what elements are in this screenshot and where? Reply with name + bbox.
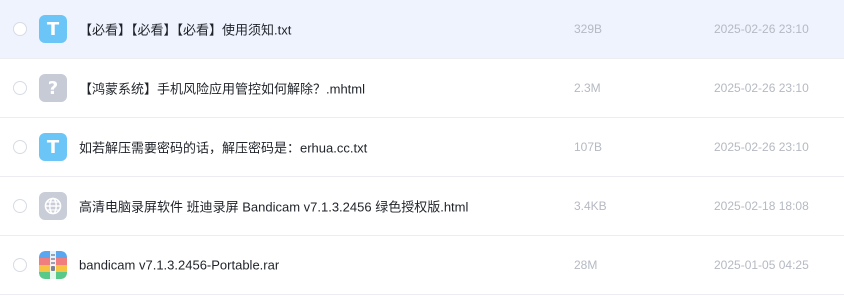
file-name[interactable]: 【鸿蒙系统】手机风险应用管控如何解除？.mhtml bbox=[79, 79, 365, 98]
select-checkbox[interactable] bbox=[13, 258, 27, 272]
file-date: 2025-02-26 23:10 bbox=[714, 81, 809, 95]
file-date: 2025-02-26 23:10 bbox=[714, 22, 809, 36]
select-checkbox[interactable] bbox=[13, 199, 27, 213]
file-size: 329B bbox=[574, 22, 603, 36]
select-checkbox[interactable] bbox=[13, 81, 27, 95]
file-name[interactable]: bandicam v7.1.3.2456-Portable.rar bbox=[79, 258, 279, 273]
file-size: 107B bbox=[574, 140, 603, 154]
globe-icon bbox=[44, 197, 62, 215]
file-list: T 【必看】【必看】【必看】使用须知.txt 329B 2025-02-26 2… bbox=[0, 0, 844, 300]
select-checkbox[interactable] bbox=[13, 140, 27, 154]
file-size: 3.4KB bbox=[574, 199, 607, 213]
web-file-icon bbox=[39, 192, 67, 220]
select-checkbox[interactable] bbox=[13, 22, 27, 36]
file-date: 2025-02-26 23:10 bbox=[714, 140, 809, 154]
file-name[interactable]: 高清电脑录屏软件 班迪录屏 Bandicam v7.1.3.2456 绿色授权版… bbox=[79, 197, 468, 216]
text-file-icon: T bbox=[39, 133, 67, 161]
file-name[interactable]: 如若解压需要密码的话，解压密码是：erhua.cc.txt bbox=[79, 138, 367, 157]
file-row[interactable]: ? 【鸿蒙系统】手机风险应用管控如何解除？.mhtml 2.3M 2025-02… bbox=[0, 59, 844, 118]
file-row[interactable]: T 如若解压需要密码的话，解压密码是：erhua.cc.txt 107B 202… bbox=[0, 118, 844, 177]
file-date: 2025-01-05 04:25 bbox=[714, 258, 809, 272]
archive-file-icon bbox=[39, 251, 67, 279]
file-name[interactable]: 【必看】【必看】【必看】使用须知.txt bbox=[79, 20, 291, 39]
text-file-icon: T bbox=[39, 15, 67, 43]
file-row[interactable]: T 【必看】【必看】【必看】使用须知.txt 329B 2025-02-26 2… bbox=[0, 0, 844, 59]
file-size: 28M bbox=[574, 258, 598, 272]
file-row[interactable]: bandicam v7.1.3.2456-Portable.rar 28M 20… bbox=[0, 236, 844, 295]
file-row[interactable]: 高清电脑录屏软件 班迪录屏 Bandicam v7.1.3.2456 绿色授权版… bbox=[0, 177, 844, 236]
unknown-file-icon: ? bbox=[39, 74, 67, 102]
file-date: 2025-02-18 18:08 bbox=[714, 199, 809, 213]
file-size: 2.3M bbox=[574, 81, 601, 95]
archive-stripes-icon bbox=[39, 251, 67, 279]
